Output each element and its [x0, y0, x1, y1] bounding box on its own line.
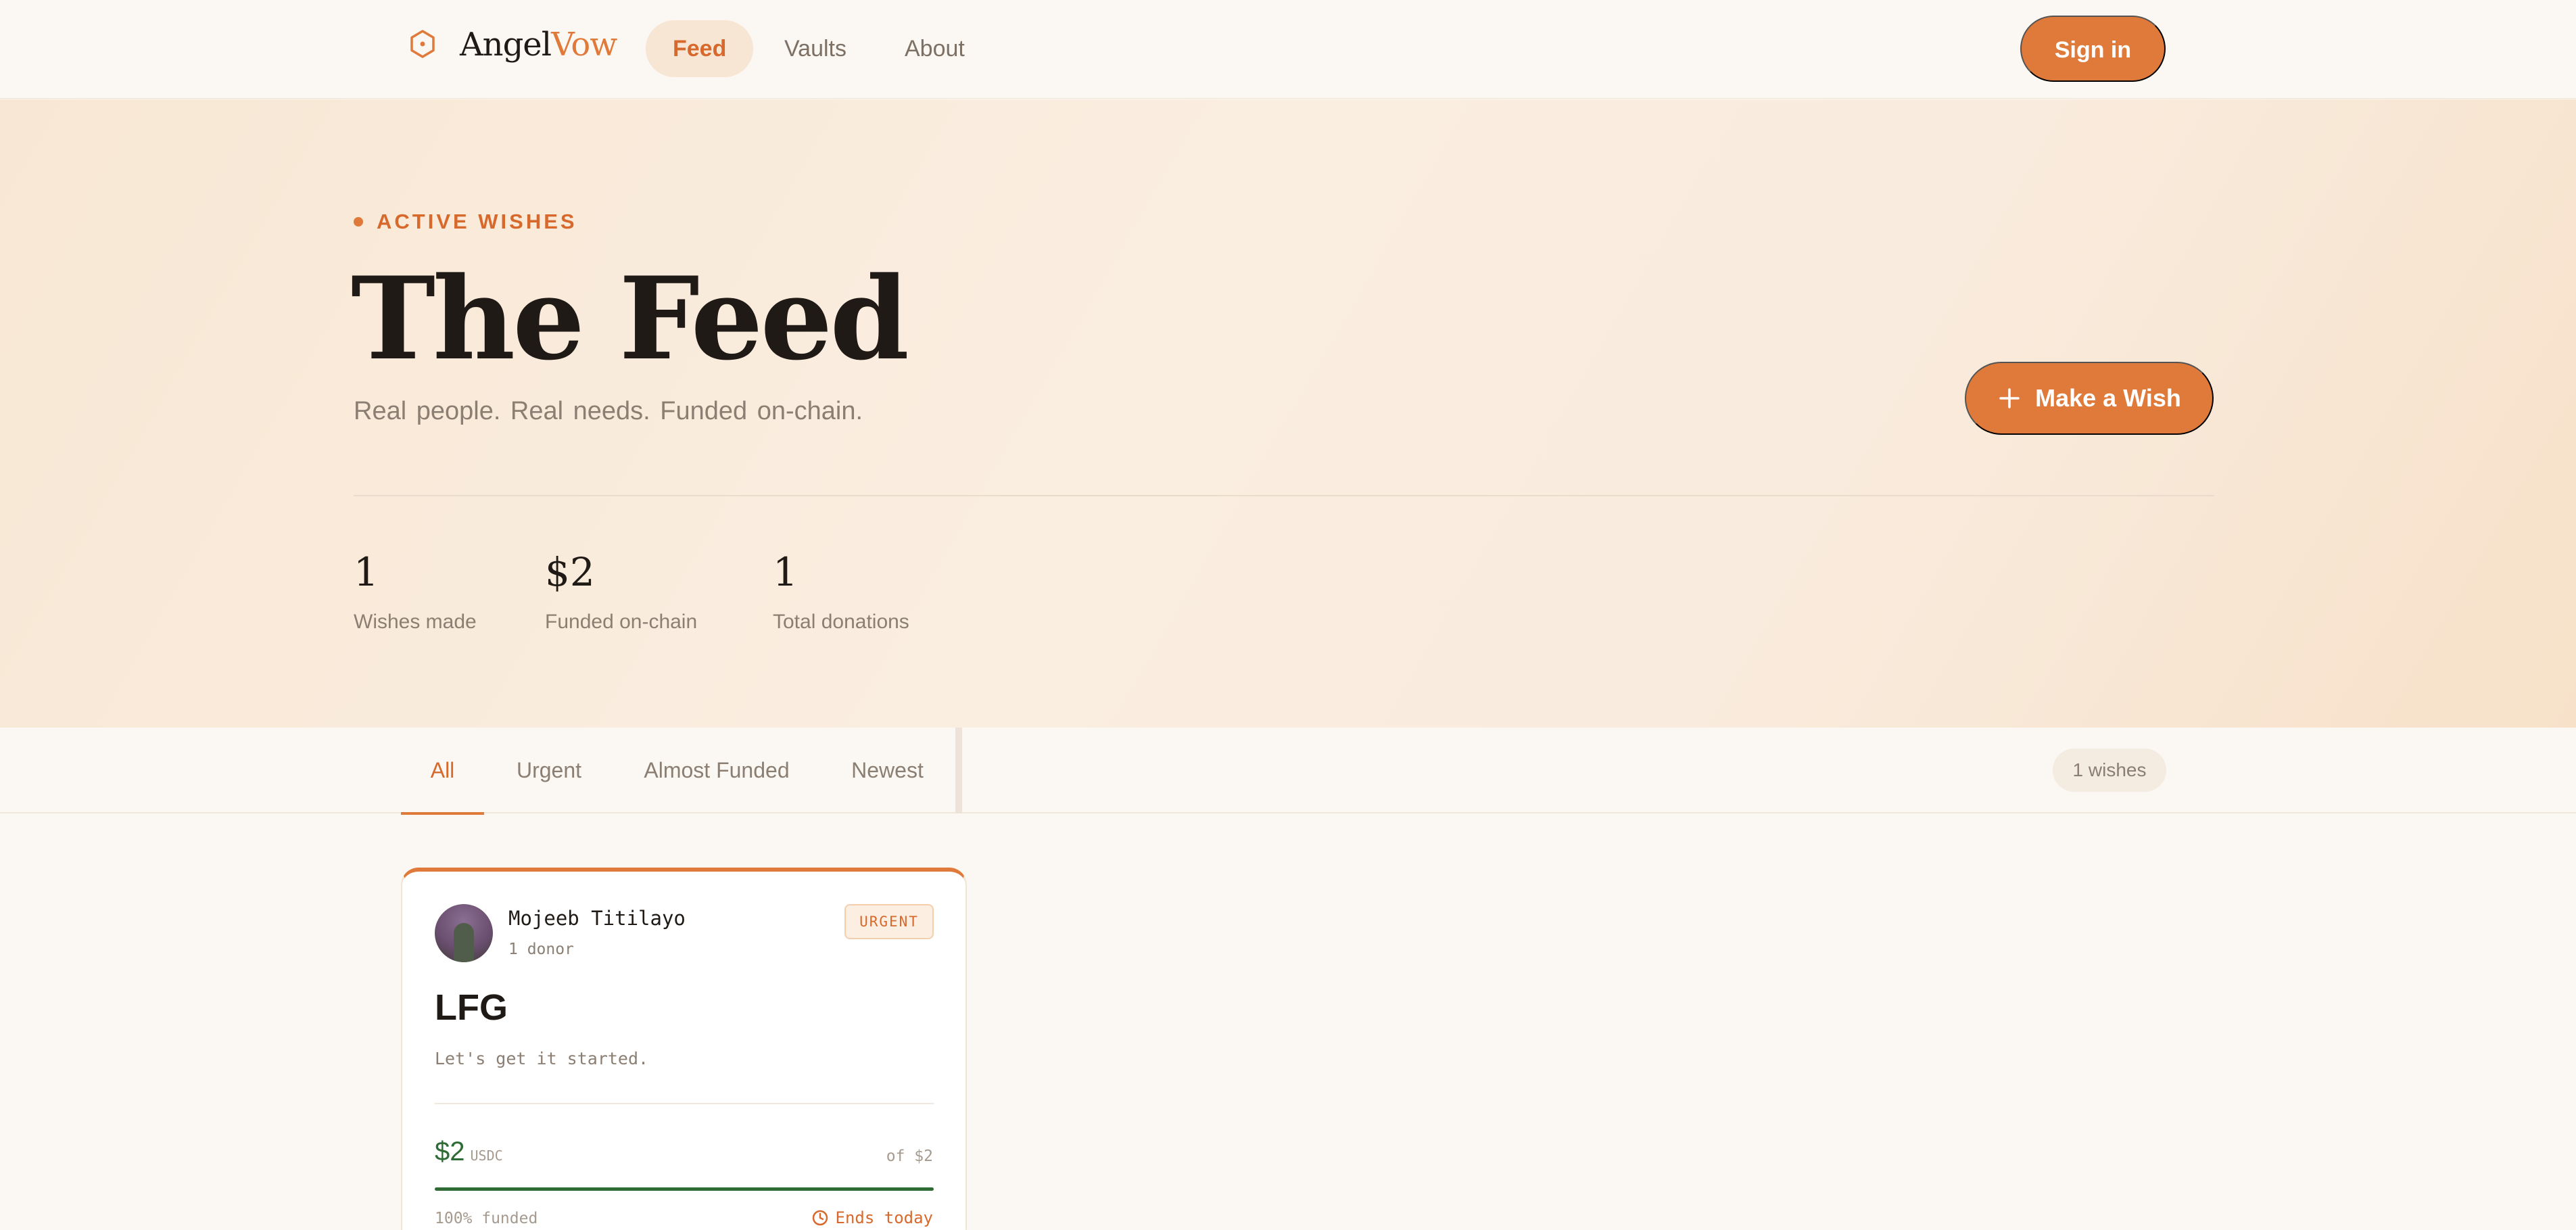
card-divider	[435, 1103, 934, 1104]
funded-percentage: 100% funded	[435, 1210, 538, 1227]
tabs-scroll-divider	[955, 728, 962, 813]
divider	[354, 495, 2214, 496]
tab-newest[interactable]: Newest	[838, 728, 936, 813]
amount-raised-value: $2	[435, 1137, 465, 1166]
stat-value: 1	[354, 549, 379, 595]
top-navigation-bar: AngelVow Feed Vaults About Sign in	[0, 0, 2576, 99]
wish-description: Let's get it started.	[435, 1049, 649, 1068]
stat-label: Funded on-chain	[545, 611, 698, 633]
hero-section: ACTIVE WISHES The Feed Real people. Real…	[0, 99, 2576, 728]
wish-count-badge: 1 wishes	[2053, 749, 2166, 792]
deadline-label: Ends today	[811, 1208, 934, 1227]
funding-progress-fill	[435, 1187, 934, 1191]
brand-name-accent: Vow	[551, 26, 617, 64]
status-dot-icon	[354, 217, 363, 227]
currency-label: USDC	[470, 1148, 503, 1164]
section-eyebrow: ACTIVE WISHES	[354, 210, 577, 234]
tab-almost-funded[interactable]: Almost Funded	[632, 728, 801, 813]
filter-tabs: All Urgent Almost Funded Newest 1 wishes	[0, 728, 2576, 815]
stat-total-donations: 1 Total donations	[773, 552, 909, 634]
nav-feed[interactable]: Feed	[646, 20, 754, 77]
clock-icon	[812, 1210, 828, 1226]
goal-amount: of $2	[886, 1148, 933, 1165]
brand-name-main: Angel	[460, 26, 552, 64]
avatar[interactable]	[435, 904, 493, 962]
urgent-badge: URGENT	[844, 904, 934, 939]
brand-wordmark[interactable]: AngelVow	[460, 26, 617, 64]
stat-value: 1	[773, 549, 798, 595]
stat-value: $2	[545, 549, 595, 595]
nav-vaults[interactable]: Vaults	[757, 20, 874, 77]
plus-icon	[1999, 388, 2020, 408]
wish-card[interactable]: Mojeeb Titilayo 1 donor URGENT LFG Let's…	[401, 868, 967, 1230]
funding-progress-bar	[435, 1187, 934, 1191]
nav-about[interactable]: About	[878, 20, 992, 77]
make-a-wish-button[interactable]: Make a Wish	[1965, 362, 2214, 435]
sign-in-button[interactable]: Sign in	[2020, 16, 2166, 82]
stat-label: Wishes made	[354, 611, 477, 633]
donor-count: 1 donor	[508, 941, 574, 958]
make-a-wish-label: Make a Wish	[2035, 384, 2181, 412]
page-subtitle: Real people. Real needs. Funded on-chain…	[354, 397, 863, 425]
avatar-figure	[454, 923, 474, 962]
hexagon-logo-icon[interactable]	[406, 27, 439, 61]
amount-raised: $2 USDC	[435, 1137, 503, 1167]
tab-all[interactable]: All	[401, 728, 484, 815]
stat-wishes-made: 1 Wishes made	[354, 552, 477, 634]
deadline-text: Ends today	[835, 1208, 934, 1227]
tab-urgent[interactable]: Urgent	[502, 728, 596, 813]
stat-label: Total donations	[773, 611, 909, 633]
wish-author-name[interactable]: Mojeeb Titilayo	[508, 907, 686, 930]
page-title: The Feed	[351, 252, 909, 385]
wish-title[interactable]: LFG	[435, 987, 508, 1028]
eyebrow-label: ACTIVE WISHES	[377, 210, 577, 233]
stat-funded-on-chain: $2 Funded on-chain	[545, 552, 697, 634]
